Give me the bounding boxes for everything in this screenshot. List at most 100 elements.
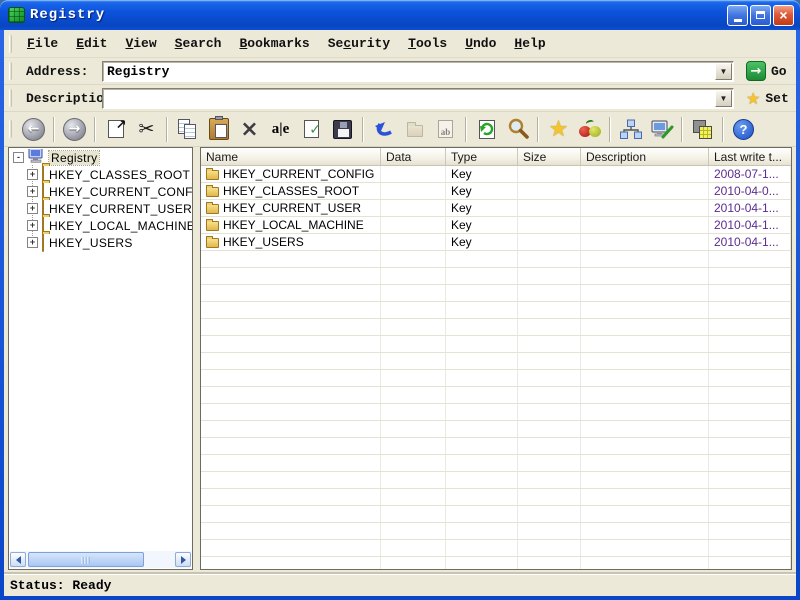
undo-button[interactable]: [368, 115, 399, 144]
arrow-left-icon: [12, 555, 21, 564]
go-button[interactable]: → Go: [746, 61, 787, 81]
network-tree-icon: [619, 119, 642, 139]
list-empty-row: [201, 472, 791, 489]
tree-node-label[interactable]: Registry: [47, 149, 101, 166]
expand-icon[interactable]: +: [27, 220, 38, 231]
copy-icon: [176, 118, 200, 140]
export-icon: ↗: [107, 118, 127, 138]
tree-node-label[interactable]: HKEY_CLASSES_ROOT: [47, 168, 192, 182]
menu-security[interactable]: Security: [319, 33, 399, 54]
layers-button[interactable]: [687, 115, 718, 144]
column-header-size[interactable]: Size: [518, 148, 581, 165]
panel-splitter[interactable]: [193, 147, 200, 570]
menubar-gripper[interactable]: [9, 34, 12, 53]
scrollbar-thumb[interactable]: [28, 552, 144, 567]
bookmark-star-icon: ★: [548, 116, 569, 142]
menu-undo[interactable]: Undo: [456, 33, 505, 54]
folder-icon: [206, 218, 219, 231]
tree-node-label[interactable]: HKEY_CURRENT_CONFIG: [47, 185, 192, 199]
save-icon: [333, 119, 352, 139]
column-header-type[interactable]: Type: [446, 148, 518, 165]
list-row-hkey-users[interactable]: HKEY_USERS Key 2010-04-1...: [201, 234, 791, 251]
toolbar-gripper[interactable]: [9, 120, 12, 138]
help-button[interactable]: ?: [728, 115, 759, 144]
compare-button[interactable]: [574, 115, 605, 144]
list-row-hkey-current-config[interactable]: HKEY_CURRENT_CONFIG Key 2008-07-1...: [201, 166, 791, 183]
list-empty-row: [201, 421, 791, 438]
paste-button[interactable]: [203, 115, 234, 144]
description-gripper[interactable]: [9, 89, 12, 107]
column-header-last-write[interactable]: Last write t...: [709, 148, 791, 165]
list-empty-row: [201, 523, 791, 540]
save-button[interactable]: [327, 115, 358, 144]
tree-node-hkey-classes-root[interactable]: + HKEY_CLASSES_ROOT: [9, 164, 192, 184]
cut-button[interactable]: ✂: [131, 115, 162, 144]
remote-edit-button[interactable]: [646, 115, 677, 144]
column-header-description[interactable]: Description: [581, 148, 709, 165]
description-dropdown-button[interactable]: ▼: [715, 89, 732, 107]
list-row-hkey-current-user[interactable]: HKEY_CURRENT_USER Key 2010-04-1...: [201, 200, 791, 217]
tree-panel: - Registry + HKEY_CLASSES_ROOT + HKEY_CU…: [8, 147, 193, 570]
column-header-name[interactable]: Name: [201, 148, 381, 165]
export-button[interactable]: ↗: [100, 115, 131, 144]
copy-button[interactable]: [172, 115, 203, 144]
expand-icon[interactable]: +: [27, 169, 38, 180]
back-button[interactable]: ←: [18, 115, 49, 144]
network-button[interactable]: [615, 115, 646, 144]
address-dropdown-button[interactable]: ▼: [715, 62, 732, 80]
refresh-button[interactable]: [471, 115, 502, 144]
scroll-left-button[interactable]: [10, 552, 26, 567]
tree-node-hkey-users[interactable]: + HKEY_USERS: [9, 232, 192, 252]
app-window: Registry × File Edit View Search Bookmar…: [0, 0, 800, 600]
expand-icon[interactable]: +: [27, 203, 38, 214]
address-value[interactable]: Registry: [103, 62, 733, 79]
refresh-icon: [478, 119, 495, 139]
menu-search[interactable]: Search: [166, 33, 231, 54]
layers-icon: [691, 118, 715, 141]
column-header-data[interactable]: Data: [381, 148, 446, 165]
tree-node-label[interactable]: HKEY_LOCAL_MACHINE: [47, 219, 192, 233]
window-controls: ×: [727, 4, 794, 26]
description-combobox[interactable]: ▼: [102, 87, 734, 109]
list-body: HKEY_CURRENT_CONFIG Key 2008-07-1... HKE…: [201, 166, 791, 569]
bookmark-button[interactable]: ★: [543, 115, 574, 144]
title-bar[interactable]: Registry ×: [0, 0, 800, 30]
menu-help[interactable]: Help: [505, 33, 554, 54]
maximize-button[interactable]: [750, 4, 771, 26]
find-button[interactable]: [502, 115, 533, 144]
menu-file[interactable]: File: [18, 33, 67, 54]
forward-button[interactable]: →: [59, 115, 90, 144]
list-row-hkey-local-machine[interactable]: HKEY_LOCAL_MACHINE Key 2010-04-1...: [201, 217, 791, 234]
scroll-right-button[interactable]: [175, 552, 191, 567]
menu-bookmarks[interactable]: Bookmarks: [230, 33, 318, 54]
minimize-button[interactable]: [727, 4, 748, 26]
list-row-hkey-classes-root[interactable]: HKEY_CLASSES_ROOT Key 2010-04-0...: [201, 183, 791, 200]
tree-node-hkey-current-config[interactable]: + HKEY_CURRENT_CONFIG: [9, 181, 192, 201]
description-value[interactable]: [103, 89, 733, 91]
rename-button[interactable]: a|e: [265, 115, 296, 144]
menu-view[interactable]: View: [116, 33, 165, 54]
list-empty-row: [201, 438, 791, 455]
address-combobox[interactable]: Registry ▼: [102, 60, 734, 82]
tree-node-hkey-local-machine[interactable]: + HKEY_LOCAL_MACHINE: [9, 215, 192, 235]
expand-icon[interactable]: +: [27, 186, 38, 197]
verify-button[interactable]: ✓: [296, 115, 327, 144]
set-button[interactable]: ★ Set: [746, 89, 789, 108]
tree-node-label[interactable]: HKEY_CURRENT_USER: [47, 202, 192, 216]
expand-icon[interactable]: +: [27, 237, 38, 248]
arrow-right-icon: [180, 555, 190, 564]
description-label: Description: [26, 90, 112, 106]
tree-horizontal-scrollbar[interactable]: [10, 551, 191, 568]
close-button[interactable]: ×: [773, 4, 794, 26]
list-empty-row: [201, 404, 791, 421]
tree-node-hkey-current-user[interactable]: + HKEY_CURRENT_USER: [9, 198, 192, 218]
status-bar: Status: Ready: [4, 574, 796, 596]
tree-node-label[interactable]: HKEY_USERS: [47, 236, 135, 250]
menu-tools[interactable]: Tools: [399, 33, 456, 54]
address-gripper[interactable]: [9, 62, 12, 80]
folder-icon: [206, 167, 219, 180]
delete-button[interactable]: ×: [234, 115, 265, 144]
tree-node-root[interactable]: - Registry: [9, 149, 192, 166]
menu-edit[interactable]: Edit: [67, 33, 116, 54]
collapse-icon[interactable]: -: [13, 152, 24, 163]
